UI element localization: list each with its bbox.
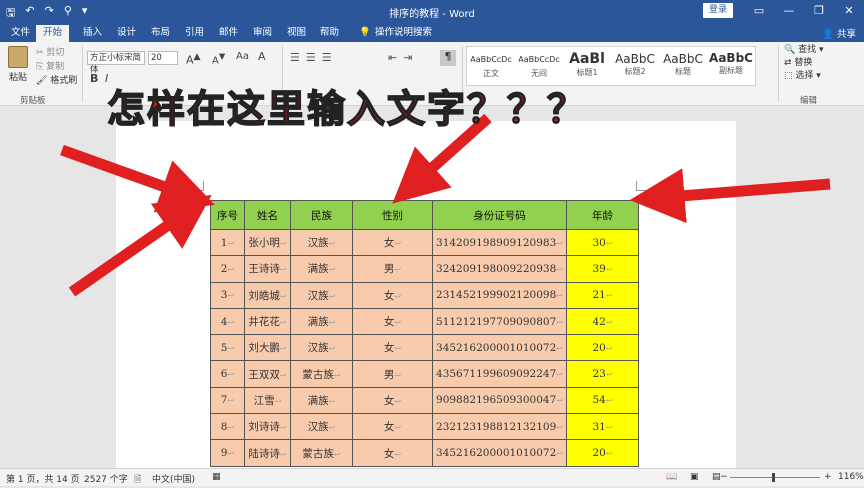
arrow-right [629,168,831,224]
annotation-headline: 怎样在这里输入文字？？？ [106,86,588,132]
annotation-arrows [60,113,831,297]
arrow-left-bottom [68,194,212,297]
arrow-left-top [60,144,215,213]
